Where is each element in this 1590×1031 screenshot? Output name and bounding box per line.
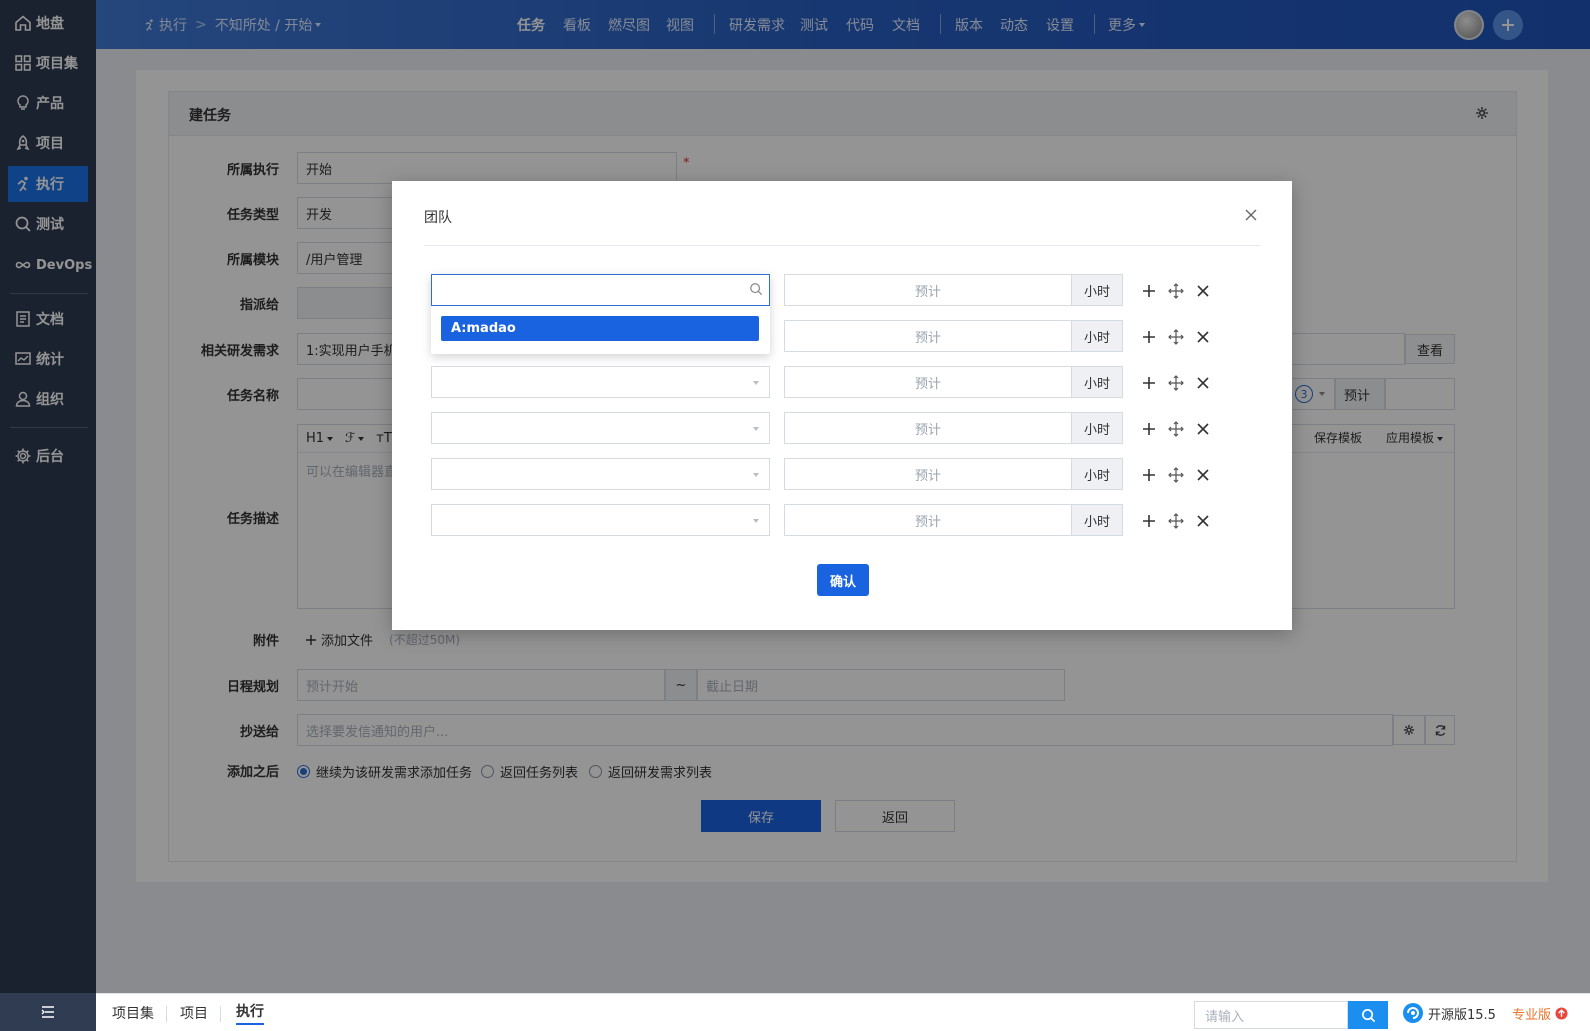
bottom-tab-project[interactable]: 项目 [180,994,208,1031]
hour-unit: 小时 [1071,320,1123,352]
edition-label: 开源版15.5 [1428,1007,1496,1023]
logo-icon [1403,1003,1423,1023]
chevron-down-icon [753,519,759,523]
hour-unit: 小时 [1071,504,1123,536]
move-icon[interactable] [1168,421,1184,437]
bottom-tab-program[interactable]: 项目集 [112,994,154,1031]
bottom-tab-label: 执行 [236,1001,264,1025]
bottom-bar: 项目集 项目 执行 请输入 开源版15.5 专业版 [96,993,1590,1031]
hour-unit: 小时 [1071,458,1123,490]
add-row-icon[interactable] [1141,375,1157,391]
delete-row-icon[interactable] [1195,513,1211,529]
add-row-icon[interactable] [1141,513,1157,529]
estimate-input[interactable]: 预计 [784,412,1072,444]
pro-edition-link[interactable]: 专业版 [1512,994,1568,1031]
delete-row-icon[interactable] [1195,329,1211,345]
search-icon [750,283,763,296]
delete-row-icon[interactable] [1195,467,1211,483]
upgrade-icon [1555,1006,1568,1020]
add-row-icon[interactable] [1141,329,1157,345]
confirm-button[interactable]: 确认 [817,564,869,596]
bottom-divider [220,1006,221,1022]
hour-unit: 小时 [1071,366,1123,398]
move-icon[interactable] [1168,467,1184,483]
delete-row-icon[interactable] [1195,375,1211,391]
team-modal: 团队 预计 小时 预计 小时 预计 小时 预计 小时 预计 小时 预计 小时 A… [392,181,1292,630]
chevron-down-icon [753,473,759,477]
estimate-input[interactable]: 预计 [784,504,1072,536]
search-icon [1361,1008,1375,1022]
bottom-tab-execution[interactable]: 执行 [236,994,264,1031]
estimate-input[interactable]: 预计 [784,320,1072,352]
member-select[interactable] [431,412,770,444]
member-select[interactable] [431,458,770,490]
estimate-input[interactable]: 预计 [784,274,1072,306]
pro-label: 专业版 [1512,1007,1552,1023]
member-search-dropdown: A:madao [431,274,770,354]
close-icon[interactable] [1243,207,1259,223]
add-row-icon[interactable] [1141,467,1157,483]
dropdown-option[interactable]: A:madao [441,316,759,341]
hour-unit: 小时 [1071,274,1123,306]
bottom-divider [166,1006,167,1022]
member-search-input[interactable] [431,274,770,306]
edition-info[interactable]: 开源版15.5 [1402,994,1496,1031]
estimate-input[interactable]: 预计 [784,458,1072,490]
chevron-down-icon [753,427,759,431]
move-icon[interactable] [1168,283,1184,299]
move-icon[interactable] [1168,329,1184,345]
sidebar-footer [0,993,96,1031]
modal-title: 团队 [424,210,452,226]
delete-row-icon[interactable] [1195,283,1211,299]
add-row-icon[interactable] [1141,421,1157,437]
delete-row-icon[interactable] [1195,421,1211,437]
menu-collapse-icon[interactable] [40,1004,56,1020]
modal-divider [424,245,1260,246]
add-row-icon[interactable] [1141,283,1157,299]
global-search-input[interactable]: 请输入 [1194,1001,1348,1029]
member-select[interactable] [431,504,770,536]
hour-unit: 小时 [1071,412,1123,444]
move-icon[interactable] [1168,513,1184,529]
estimate-input[interactable]: 预计 [784,366,1072,398]
move-icon[interactable] [1168,375,1184,391]
global-search-button[interactable] [1348,1001,1388,1029]
chevron-down-icon [753,381,759,385]
member-select[interactable] [431,366,770,398]
